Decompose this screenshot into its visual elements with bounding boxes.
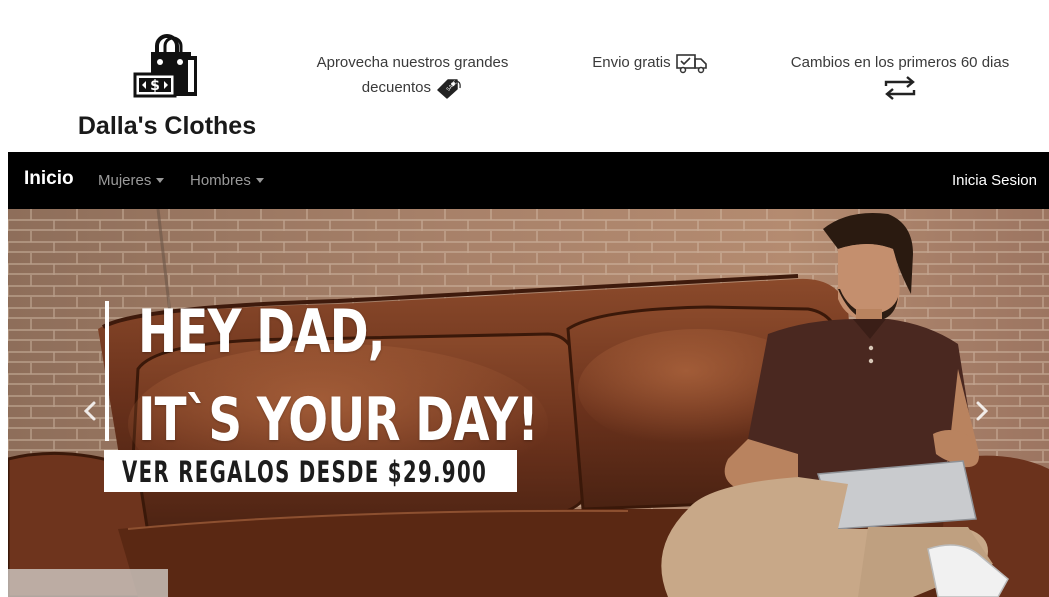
hero-cta-banner[interactable]: VER REGALOS DESDE $29.900: [104, 450, 517, 492]
main-navbar: Inicio Mujeres Hombres Inicia Sesion: [8, 152, 1049, 209]
promo-free-shipping-text: Envio gratis: [592, 54, 671, 71]
hero-headline-line1: HEY DAD,: [138, 297, 386, 367]
site-header: $ Dalla's Clothes Aprovecha nuestros gra…: [0, 0, 1049, 152]
carousel-next-icon[interactable]: [970, 389, 994, 433]
svg-text:$: $: [150, 78, 160, 94]
shopping-bag-money-icon: $: [133, 34, 197, 98]
caret-down-icon: [156, 177, 165, 183]
nav-men-dropdown[interactable]: Hombres: [190, 172, 264, 189]
promo-exchanges: Cambios en los primeros 60 dias: [790, 50, 1010, 100]
brand-name: Dalla's Clothes: [77, 112, 257, 140]
hero-headline-line2: IT`S YOUR DAY!: [138, 385, 539, 455]
caret-down-icon: [255, 177, 264, 183]
headline-accent-bar: [105, 301, 109, 441]
nav-women-label: Mujeres: [98, 172, 152, 189]
promo-discounts-text: Aprovecha nuestros grandes decuentos: [316, 54, 509, 96]
promo-discounts: Aprovecha nuestros grandes decuentos SAL…: [300, 50, 525, 100]
exchange-arrows-icon: [884, 76, 916, 100]
promo-free-shipping: Envio gratis: [578, 50, 723, 75]
sale-tag-icon: SALE: [437, 79, 461, 99]
login-link[interactable]: Inicia Sesion: [952, 172, 1037, 189]
nav-men-label: Hombres: [190, 172, 251, 189]
carousel-prev-icon[interactable]: [78, 389, 102, 433]
hero-cta-text: VER REGALOS DESDE $29.900: [122, 455, 488, 489]
nav-home-link[interactable]: Inicio: [24, 168, 74, 190]
hero-carousel: HEY DAD, IT`S YOUR DAY! VER REGALOS DESD…: [8, 209, 1049, 597]
promo-exchanges-text: Cambios en los primeros 60 dias: [790, 54, 1010, 71]
nav-women-dropdown[interactable]: Mujeres: [98, 172, 165, 189]
brand-logo[interactable]: $ Dalla's Clothes: [62, 32, 272, 144]
delivery-truck-icon: [675, 54, 707, 74]
